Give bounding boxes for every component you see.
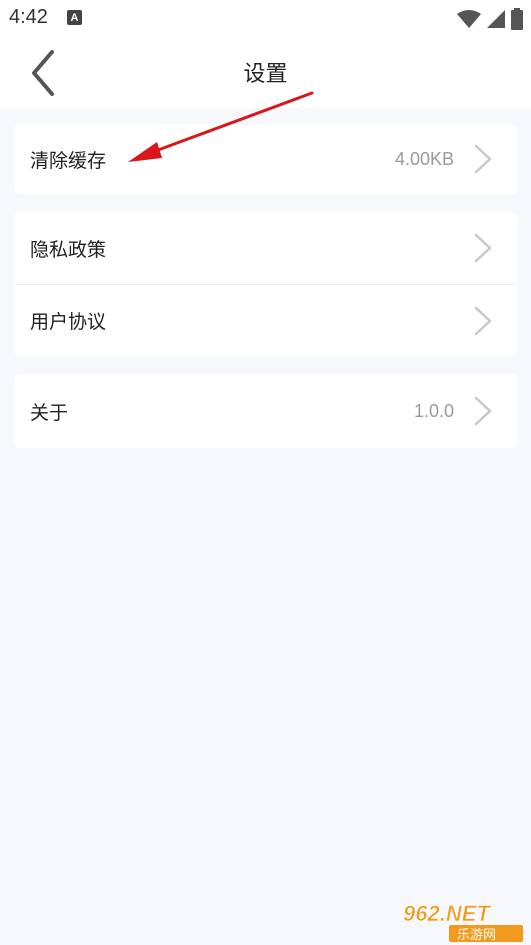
chevron-right-icon — [474, 396, 492, 426]
svg-text:乐游网: 乐游网 — [457, 928, 496, 943]
cache-size-value: 4.00KB — [394, 148, 454, 169]
about-label: 关于 — [30, 401, 69, 424]
clear-cache-row[interactable]: 清除缓存 4.00KB — [14, 124, 517, 194]
user-agreement-row[interactable]: 用户协议 — [14, 284, 517, 356]
about-row[interactable]: 关于 1.0.0 — [14, 374, 517, 448]
version-value: 1.0.0 — [413, 400, 454, 421]
status-bar: 4:42 A — [0, 0, 531, 36]
privacy-policy-row[interactable]: 隐私政策 — [14, 212, 517, 284]
clear-cache-label: 清除缓存 — [30, 149, 107, 172]
settings-screen: 4:42 A 设置 清除缓存 4.00KB 隐私政策 用户协议 关于 1.0.0… — [0, 0, 531, 945]
header: 设置 — [0, 36, 531, 108]
notification-app-icon: A — [67, 10, 82, 25]
cache-card: 清除缓存 4.00KB — [14, 124, 517, 194]
policy-card: 隐私政策 用户协议 — [14, 212, 517, 356]
chevron-right-icon — [474, 144, 492, 174]
svg-text:962.NET: 962.NET — [403, 901, 491, 926]
user-agreement-label: 用户协议 — [30, 311, 107, 333]
chevron-right-icon — [474, 306, 492, 335]
watermark-logo: 962.NET 乐游网 — [403, 901, 523, 943]
wifi-icon — [457, 10, 481, 28]
battery-icon — [511, 8, 523, 30]
page-title: 设置 — [243, 62, 288, 87]
signal-icon — [487, 10, 505, 28]
status-icons — [457, 8, 523, 30]
chevron-right-icon — [474, 233, 492, 263]
about-card: 关于 1.0.0 — [14, 374, 517, 448]
status-time: 4:42 — [9, 6, 48, 28]
privacy-policy-label: 隐私政策 — [30, 238, 107, 261]
